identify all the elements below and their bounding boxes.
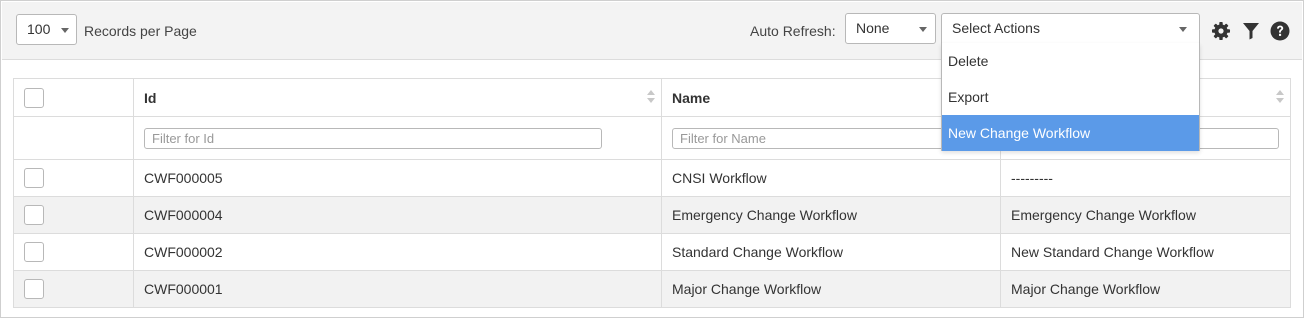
table-row[interactable]: CWF000001 Major Change Workflow Major Ch… — [13, 270, 1291, 308]
table-row[interactable]: CWF000005 CNSI Workflow --------- — [13, 159, 1291, 197]
select-all-cell — [13, 78, 134, 117]
row-checkbox[interactable] — [24, 168, 44, 188]
help-icon[interactable] — [1270, 21, 1290, 41]
actions-dropdown-menu: Delete Export New Change Workflow — [941, 43, 1200, 151]
actions-select-value: Select Actions — [952, 20, 1040, 36]
filter-icon[interactable] — [1241, 21, 1261, 41]
gear-icon[interactable] — [1211, 21, 1231, 41]
filter-cell-id — [133, 116, 662, 160]
cell-id: CWF000001 — [133, 270, 662, 308]
cell-name: Emergency Change Workflow — [661, 196, 1001, 234]
filter-id-input[interactable] — [144, 127, 602, 149]
page-size-value: 100 — [27, 21, 51, 37]
table-row[interactable]: CWF000002 Standard Change Workflow New S… — [13, 233, 1291, 271]
cell-description: Emergency Change Workflow — [1000, 196, 1291, 234]
row-checkbox[interactable] — [24, 205, 44, 225]
cell-id: CWF000005 — [133, 159, 662, 197]
menu-item-delete[interactable]: Delete — [942, 43, 1199, 79]
cell-name: Major Change Workflow — [661, 270, 1001, 308]
cell-description: Major Change Workflow — [1000, 270, 1291, 308]
auto-refresh-value: None — [856, 20, 890, 36]
cell-name: Standard Change Workflow — [661, 233, 1001, 271]
menu-item-new-change-workflow[interactable]: New Change Workflow — [942, 115, 1199, 151]
column-header-name-label: Name — [672, 89, 711, 106]
chevron-down-icon — [919, 27, 927, 32]
sort-icon[interactable] — [1276, 90, 1284, 106]
column-header-id[interactable]: Id — [133, 78, 662, 117]
select-all-checkbox[interactable] — [24, 87, 44, 108]
cell-id: CWF000004 — [133, 196, 662, 234]
cell-description: --------- — [1000, 159, 1291, 197]
column-header-id-label: Id — [144, 89, 157, 106]
menu-item-export[interactable]: Export — [942, 79, 1199, 115]
chevron-down-icon — [1179, 27, 1187, 32]
workflow-list-panel: 100 Records per Page Auto Refresh: None … — [0, 0, 1304, 318]
page-size-select[interactable]: 100 — [16, 14, 77, 45]
row-checkbox[interactable] — [24, 279, 44, 299]
chevron-down-icon — [61, 28, 69, 33]
row-checkbox[interactable] — [24, 242, 44, 262]
sort-icon[interactable] — [647, 90, 655, 106]
table-row[interactable]: CWF000004 Emergency Change Workflow Emer… — [13, 196, 1291, 234]
auto-refresh-label: Auto Refresh: — [750, 23, 836, 39]
cell-id: CWF000002 — [133, 233, 662, 271]
cell-name: CNSI Workflow — [661, 159, 1001, 197]
page-size-label: Records per Page — [84, 23, 197, 39]
auto-refresh-select[interactable]: None — [845, 13, 936, 44]
filter-cell-empty — [13, 116, 134, 160]
cell-description: New Standard Change Workflow — [1000, 233, 1291, 271]
actions-select[interactable]: Select Actions — [941, 13, 1200, 44]
